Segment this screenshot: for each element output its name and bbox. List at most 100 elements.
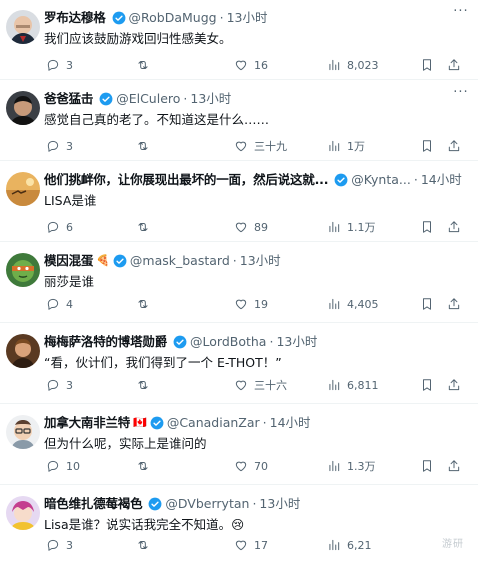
share-button[interactable] [447, 375, 461, 395]
retweet-button[interactable] [136, 375, 156, 395]
share-button[interactable] [447, 294, 461, 314]
views-button[interactable]: 1万 [327, 136, 365, 156]
like-button[interactable]: 89 [234, 217, 268, 237]
like-button[interactable]: 三十六 [234, 375, 287, 395]
verified-badge-icon [173, 335, 187, 349]
reply-button[interactable]: 3 [46, 55, 73, 75]
reply-icon [47, 140, 59, 152]
action-bar: 3 17 6,21 [44, 535, 478, 555]
retweet-icon [138, 381, 148, 389]
reply-button[interactable]: 10 [46, 456, 80, 476]
retweet-button[interactable] [136, 55, 156, 75]
share-button[interactable] [447, 55, 461, 75]
user-handle[interactable]: @Kynta... [351, 170, 411, 190]
avatar[interactable] [6, 334, 40, 368]
display-name[interactable]: 暗色维扎德莓褐色 [44, 494, 143, 514]
retweet-button[interactable] [136, 217, 156, 237]
like-button[interactable]: 三十九 [234, 136, 287, 156]
avatar[interactable] [6, 91, 40, 125]
user-handle[interactable]: @DVberrytan [165, 494, 249, 514]
views-button[interactable]: 4,405 [327, 294, 379, 314]
tweet[interactable]: 爸爸猛击 @ElCulero · 13小时 ··· 感觉自己真的老了。不知道这是… [0, 81, 478, 161]
timestamp[interactable]: 14小时 [270, 413, 311, 433]
share-button[interactable] [447, 456, 461, 476]
retweet-icon [138, 300, 148, 308]
separator-dot: · [183, 91, 188, 106]
bookmark-button[interactable] [420, 294, 434, 314]
retweet-button[interactable] [136, 294, 156, 314]
bookmark-button[interactable] [420, 217, 434, 237]
share-button[interactable] [447, 136, 461, 156]
action-bar: 3 三十六 6,811 [44, 375, 478, 395]
share-button[interactable] [447, 217, 461, 237]
user-handle[interactable]: @CanadianZar [167, 413, 260, 433]
retweet-button[interactable] [136, 456, 156, 476]
avatar[interactable] [6, 253, 40, 287]
view-count: 8,023 [347, 58, 379, 72]
analytics-icon [329, 221, 340, 233]
timestamp[interactable]: 13小时 [259, 494, 300, 514]
retweet-button[interactable] [136, 535, 156, 555]
user-handle[interactable]: @mask_bastard [130, 251, 230, 271]
name-emoji: 🍕 [96, 254, 110, 267]
separator-dot: · [269, 334, 274, 349]
tweet[interactable]: 暗色维扎德莓褐色 @DVberrytan · 13小时 Lisa是谁？说实话我完… [0, 486, 478, 562]
timestamp[interactable]: 13小时 [240, 251, 281, 271]
views-button[interactable]: 8,023 [327, 55, 379, 75]
like-button[interactable]: 16 [234, 55, 268, 75]
retweet-icon [138, 462, 148, 470]
views-button[interactable]: 6,811 [327, 375, 379, 395]
bookmark-button[interactable] [420, 136, 434, 156]
timestamp[interactable]: 13小时 [190, 89, 231, 109]
separator-dot: · [413, 172, 418, 187]
reply-button[interactable]: 3 [46, 375, 73, 395]
reply-button[interactable]: 3 [46, 136, 73, 156]
bookmark-button[interactable] [420, 55, 434, 75]
like-button[interactable]: 19 [234, 294, 268, 314]
avatar[interactable] [6, 172, 40, 206]
reply-button[interactable]: 4 [46, 294, 73, 314]
view-count: 1.3万 [347, 460, 376, 473]
avatar[interactable] [6, 496, 40, 530]
avatar[interactable] [6, 415, 40, 449]
heart-icon [235, 60, 247, 71]
tweet[interactable]: 罗布达穆格 @RobDaMugg · 13小时 ··· 我们应该鼓励游戏回归性感… [0, 0, 478, 80]
display-name[interactable]: 爸爸猛击 [44, 89, 93, 109]
action-bar: 3 三十九 1万 [44, 136, 478, 156]
views-button[interactable]: 6,21 [327, 535, 372, 555]
user-handle[interactable]: @LordBotha [190, 332, 266, 352]
display-name[interactable]: 罗布达穆格 [44, 8, 106, 28]
tweet[interactable]: 他们挑衅你，让你展现出最坏的一面，然后说这就... @Kynta... · 14… [0, 162, 478, 242]
user-handle[interactable]: @RobDaMugg [129, 8, 217, 28]
bookmark-button[interactable] [420, 375, 434, 395]
tweet[interactable]: 模因混蛋 🍕 @mask_bastard · 13小时 丽莎是谁 4 19 4,… [0, 243, 478, 323]
reply-button[interactable]: 6 [46, 217, 73, 237]
like-button[interactable]: 17 [234, 535, 268, 555]
more-options-icon[interactable]: ··· [450, 85, 472, 105]
views-button[interactable]: 1.1万 [327, 217, 376, 237]
user-handle[interactable]: @ElCulero [116, 89, 180, 109]
timestamp[interactable]: 13小时 [276, 332, 317, 352]
views-button[interactable]: 1.3万 [327, 456, 376, 476]
display-name[interactable]: 他们挑衅你，让你展现出最坏的一面，然后说这就... [44, 170, 328, 190]
avatar[interactable] [6, 10, 40, 44]
more-options-icon[interactable]: ··· [450, 4, 472, 24]
tweet-text: Lisa是谁？说实话我完全不知道。😢 [44, 517, 245, 532]
tweet[interactable]: 梅梅萨洛特的博塔勋爵 @LordBotha · 13小时 “看，伙计们，我们得到… [0, 324, 478, 404]
bookmark-button[interactable] [420, 456, 434, 476]
like-button[interactable]: 70 [234, 456, 268, 476]
timestamp[interactable]: 14小时 [421, 170, 462, 190]
reply-button[interactable]: 3 [46, 535, 73, 555]
separator-dot: · [219, 10, 224, 25]
view-count: 6,811 [347, 378, 379, 392]
tweet[interactable]: 加拿大南非兰特 🇨🇦 @CanadianZar · 14小时 但为什么呢，实际上… [0, 405, 478, 485]
action-bar: 6 89 1.1万 [44, 217, 478, 237]
view-count: 4,405 [347, 297, 379, 311]
timestamp[interactable]: 13小时 [227, 8, 268, 28]
view-count: 6,21 [347, 538, 372, 552]
tweet-text: 丽莎是谁 [44, 274, 95, 289]
display-name[interactable]: 模因混蛋 [44, 251, 93, 271]
retweet-button[interactable] [136, 136, 156, 156]
display-name[interactable]: 加拿大南非兰特 [44, 413, 130, 433]
display-name[interactable]: 梅梅萨洛特的博塔勋爵 [44, 332, 167, 352]
